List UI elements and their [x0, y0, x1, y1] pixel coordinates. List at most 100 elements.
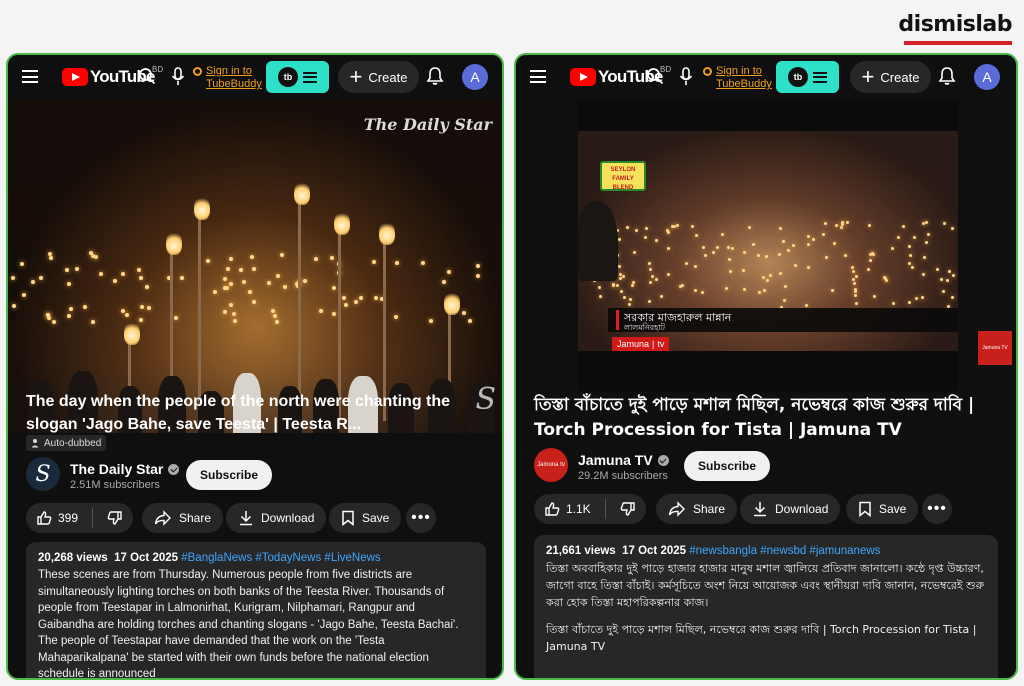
torch-light: [852, 278, 856, 282]
torch-light: [138, 317, 143, 322]
torch-light: [695, 233, 698, 237]
create-label: Create: [880, 69, 920, 85]
torch-light: [778, 226, 782, 230]
torch-light: [48, 255, 53, 260]
torch-light: [852, 282, 856, 286]
torch-flame: [444, 291, 460, 315]
description-box[interactable]: 21,661 views 17 Oct 2025 #newsbangla #ne…: [534, 535, 998, 678]
torch-light: [885, 279, 888, 283]
torch-light: [804, 303, 808, 307]
torch-light: [902, 224, 906, 228]
notifications-bell-icon[interactable]: [938, 66, 956, 86]
subscribe-button[interactable]: Subscribe: [186, 460, 273, 490]
create-button[interactable]: + Create: [338, 61, 419, 93]
search-icon[interactable]: [138, 67, 156, 85]
account-avatar[interactable]: A: [974, 64, 1000, 90]
torch-light: [743, 251, 747, 255]
torch-light: [626, 226, 629, 230]
news-lower-third: সরকার মাজহারুল মান্নান লালমনিরহাট: [608, 308, 958, 332]
torch-light: [393, 315, 398, 320]
torch-light: [675, 223, 679, 227]
torch-light: [359, 295, 364, 300]
torch-light: [854, 294, 858, 298]
person-voice-icon: [31, 439, 39, 448]
hashtags[interactable]: #BanglaNews #TodayNews #LiveNews: [181, 552, 380, 564]
torch-light: [598, 295, 602, 299]
description-box[interactable]: 20,268 views 17 Oct 2025 #BanglaNews #To…: [26, 542, 486, 678]
left-youtube-screenshot: YouTube BD Sign in to TubeBuddy tb + Cre…: [6, 53, 504, 680]
like-icon[interactable]: [544, 501, 560, 517]
save-button[interactable]: Save: [846, 494, 919, 524]
notifications-bell-icon[interactable]: [426, 66, 444, 86]
save-button[interactable]: Save: [329, 503, 402, 533]
create-button[interactable]: + Create: [850, 61, 931, 93]
video-player[interactable]: SEYLON FAMILY BLEND সরকার মাজহারুল মান্ন…: [578, 101, 958, 391]
search-icon[interactable]: [646, 67, 664, 85]
menu-icon[interactable]: [22, 70, 38, 83]
microphone-icon[interactable]: [171, 67, 185, 87]
microphone-icon[interactable]: [679, 67, 693, 87]
video-player[interactable]: The Daily Star S: [8, 101, 502, 433]
torch-light: [67, 282, 72, 287]
torch-light: [147, 305, 152, 310]
tubebuddy-button[interactable]: tb: [776, 61, 839, 93]
torch-light: [620, 289, 624, 293]
tubebuddy-signin-link[interactable]: Sign in to TubeBuddy: [703, 65, 776, 91]
channel-name[interactable]: Jamuna TV: [578, 452, 669, 468]
dislike-icon[interactable]: [620, 501, 636, 517]
torch-light: [69, 306, 74, 311]
like-dislike-group: 1.1K: [534, 494, 646, 524]
download-button[interactable]: Download: [740, 494, 841, 524]
torch-light: [476, 273, 481, 278]
torch-light: [784, 285, 788, 289]
torch-light: [330, 256, 335, 261]
hashtags[interactable]: #newsbangla #newsbd #jamunanews: [689, 545, 880, 557]
torch-light: [908, 301, 912, 305]
torch-light: [868, 258, 872, 262]
torch-light: [727, 245, 731, 249]
channel-avatar[interactable]: Jamuna tv: [534, 448, 568, 482]
channel-name[interactable]: The Daily Star: [70, 461, 180, 477]
torch-light: [617, 238, 621, 242]
torch-light: [372, 260, 377, 265]
torch-light: [694, 265, 698, 269]
torch-light: [743, 287, 747, 291]
more-actions-button[interactable]: •••: [922, 494, 952, 524]
torch-light: [139, 276, 144, 281]
torch-light: [824, 221, 828, 225]
like-icon[interactable]: [36, 510, 52, 526]
download-button[interactable]: Download: [226, 503, 327, 533]
share-button[interactable]: Share: [142, 503, 224, 533]
torch-pole: [170, 241, 173, 391]
torch-light: [313, 257, 318, 262]
torch-light: [319, 309, 324, 314]
menu-icon[interactable]: [530, 70, 546, 83]
account-avatar[interactable]: A: [462, 64, 488, 90]
torch-light: [99, 272, 104, 277]
subscribe-button[interactable]: Subscribe: [684, 451, 771, 481]
torch-light: [839, 226, 843, 230]
more-actions-button[interactable]: •••: [406, 503, 436, 533]
torch-light: [276, 274, 281, 279]
tubebuddy-button[interactable]: tb: [266, 61, 329, 93]
torch-light: [679, 284, 683, 288]
dislike-icon[interactable]: [107, 510, 123, 526]
torch-light: [807, 265, 811, 269]
torch-light: [275, 320, 280, 325]
torch-light: [598, 285, 602, 289]
torch-light: [939, 278, 943, 282]
torch-light: [137, 267, 142, 272]
torch-light: [222, 285, 227, 290]
channel-avatar[interactable]: S: [26, 457, 60, 491]
torch-light: [140, 304, 145, 309]
tubebuddy-signin-link[interactable]: Sign in to TubeBuddy: [193, 65, 266, 91]
torch-light: [462, 311, 467, 316]
torch-light: [907, 244, 911, 248]
torch-light: [64, 268, 69, 273]
torch-light: [468, 318, 473, 323]
side-thumbnail[interactable]: Jamuna TV: [978, 331, 1012, 365]
share-button[interactable]: Share: [656, 494, 738, 524]
torch-light: [728, 257, 732, 261]
torch-light: [854, 302, 858, 306]
torch-light: [633, 250, 637, 254]
